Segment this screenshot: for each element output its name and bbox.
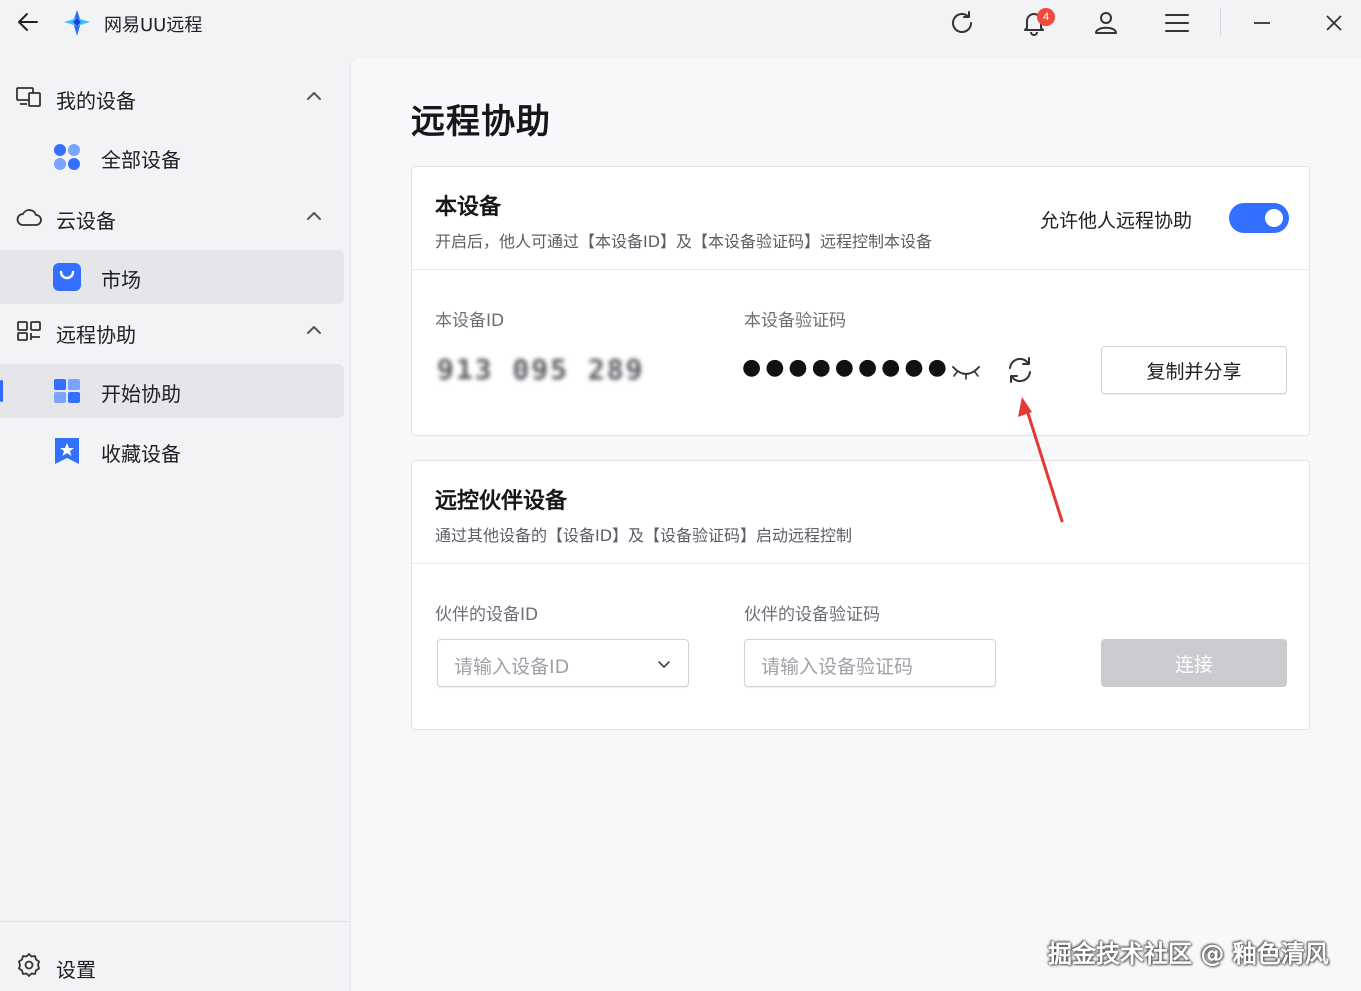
settings-label: 设置 xyxy=(56,958,96,982)
user-account-icon[interactable] xyxy=(1089,6,1123,40)
sidebar: 我的设备 全部设备 云设备 市场 远程协助 开始协助 收藏设备 设置 xyxy=(0,58,350,991)
minimize-icon[interactable] xyxy=(1245,6,1279,40)
sidebar-divider xyxy=(0,921,350,922)
card-title: 远控伙伴设备 xyxy=(435,489,568,514)
sidebar-group-label: 我的设备 xyxy=(56,89,136,113)
eye-closed-icon[interactable] xyxy=(950,357,982,385)
sidebar-group-label: 云设备 xyxy=(56,209,116,233)
page-title: 远程协助 xyxy=(411,102,551,142)
refresh-code-icon[interactable] xyxy=(1005,355,1035,385)
device-code-label: 本设备验证码 xyxy=(744,311,846,331)
notification-badge: 4 xyxy=(1037,8,1055,26)
this-device-card-header: 本设备 开启后，他人可通过【本设备ID】及【本设备验证码】远程控制本设备 允许他… xyxy=(412,167,1309,270)
bookmark-star-icon xyxy=(52,436,82,466)
partner-code-input[interactable]: 请输入设备验证码 xyxy=(744,639,996,687)
title-bar: 网易UU远程 4 xyxy=(0,0,1361,46)
watermark: 掘金技术社区 @ 釉色清风 xyxy=(1048,940,1329,968)
sidebar-item-settings[interactable]: 设置 xyxy=(0,938,344,991)
partner-id-placeholder: 请输入设备ID xyxy=(454,656,570,678)
partner-id-input[interactable]: 请输入设备ID xyxy=(437,639,689,687)
remote-assist-icon xyxy=(16,319,42,343)
sidebar-item-label: 市场 xyxy=(101,268,141,292)
cloud-icon xyxy=(16,205,42,229)
partner-card-header: 远控伙伴设备 通过其他设备的【设备ID】及【设备验证码】启动远程控制 xyxy=(412,461,1309,564)
app-logo-icon xyxy=(62,8,92,38)
sidebar-group-my-devices[interactable]: 我的设备 xyxy=(0,70,344,124)
card-description: 开启后，他人可通过【本设备ID】及【本设备验证码】远程控制本设备 xyxy=(435,232,933,251)
menu-icon[interactable] xyxy=(1160,6,1194,40)
sidebar-group-remote-assist[interactable]: 远程协助 xyxy=(0,304,344,358)
sidebar-item-label: 收藏设备 xyxy=(101,442,181,466)
sidebar-item-all-devices[interactable]: 全部设备 xyxy=(0,130,344,184)
device-id-label: 本设备ID xyxy=(435,311,505,331)
sidebar-item-start-assist[interactable]: 开始协助 xyxy=(0,364,344,418)
shopping-bag-icon xyxy=(52,262,82,292)
sidebar-item-favorite-devices[interactable]: 收藏设备 xyxy=(0,424,344,478)
gear-icon xyxy=(16,952,42,978)
chevron-down-icon[interactable] xyxy=(656,656,672,672)
close-icon[interactable] xyxy=(1317,6,1351,40)
notification-bell-icon[interactable]: 4 xyxy=(1017,6,1055,40)
all-devices-icon xyxy=(52,142,82,172)
back-arrow-icon[interactable] xyxy=(14,8,42,36)
refresh-icon[interactable] xyxy=(945,6,979,40)
device-code-masked: ●●●●●●●●● xyxy=(742,355,951,380)
this-device-card: 本设备 开启后，他人可通过【本设备ID】及【本设备验证码】远程控制本设备 允许他… xyxy=(411,166,1310,436)
card-description: 通过其他设备的【设备ID】及【设备验证码】启动远程控制 xyxy=(435,526,853,545)
start-assist-icon xyxy=(52,376,82,406)
partner-code-placeholder: 请输入设备验证码 xyxy=(761,656,914,678)
chevron-up-icon[interactable] xyxy=(304,206,324,226)
allow-remote-label: 允许他人远程协助 xyxy=(1040,210,1193,232)
allow-remote-toggle[interactable] xyxy=(1229,203,1289,233)
partner-id-label: 伙伴的设备ID xyxy=(435,605,539,625)
sidebar-item-label: 全部设备 xyxy=(101,148,181,172)
device-id-value: 913 095 289 xyxy=(437,353,645,386)
app-title: 网易UU远程 xyxy=(104,15,203,36)
chevron-up-icon[interactable] xyxy=(304,320,324,340)
toggle-knob xyxy=(1265,209,1283,227)
titlebar-divider xyxy=(1220,8,1221,36)
copy-and-share-button[interactable]: 复制并分享 xyxy=(1101,346,1287,394)
sidebar-item-label: 开始协助 xyxy=(101,382,181,406)
connect-button[interactable]: 连接 xyxy=(1101,639,1287,687)
devices-icon xyxy=(16,85,42,109)
card-title: 本设备 xyxy=(435,195,502,220)
sidebar-group-cloud-devices[interactable]: 云设备 xyxy=(0,190,344,244)
chevron-up-icon[interactable] xyxy=(304,86,324,106)
partner-code-label: 伙伴的设备验证码 xyxy=(744,605,880,625)
main-panel: 远程协助 本设备 开启后，他人可通过【本设备ID】及【本设备验证码】远程控制本设… xyxy=(350,58,1361,991)
partner-device-card: 远控伙伴设备 通过其他设备的【设备ID】及【设备验证码】启动远程控制 伙伴的设备… xyxy=(411,460,1310,730)
active-indicator xyxy=(0,380,3,402)
sidebar-item-market[interactable]: 市场 xyxy=(0,250,344,304)
sidebar-group-label: 远程协助 xyxy=(56,323,136,347)
